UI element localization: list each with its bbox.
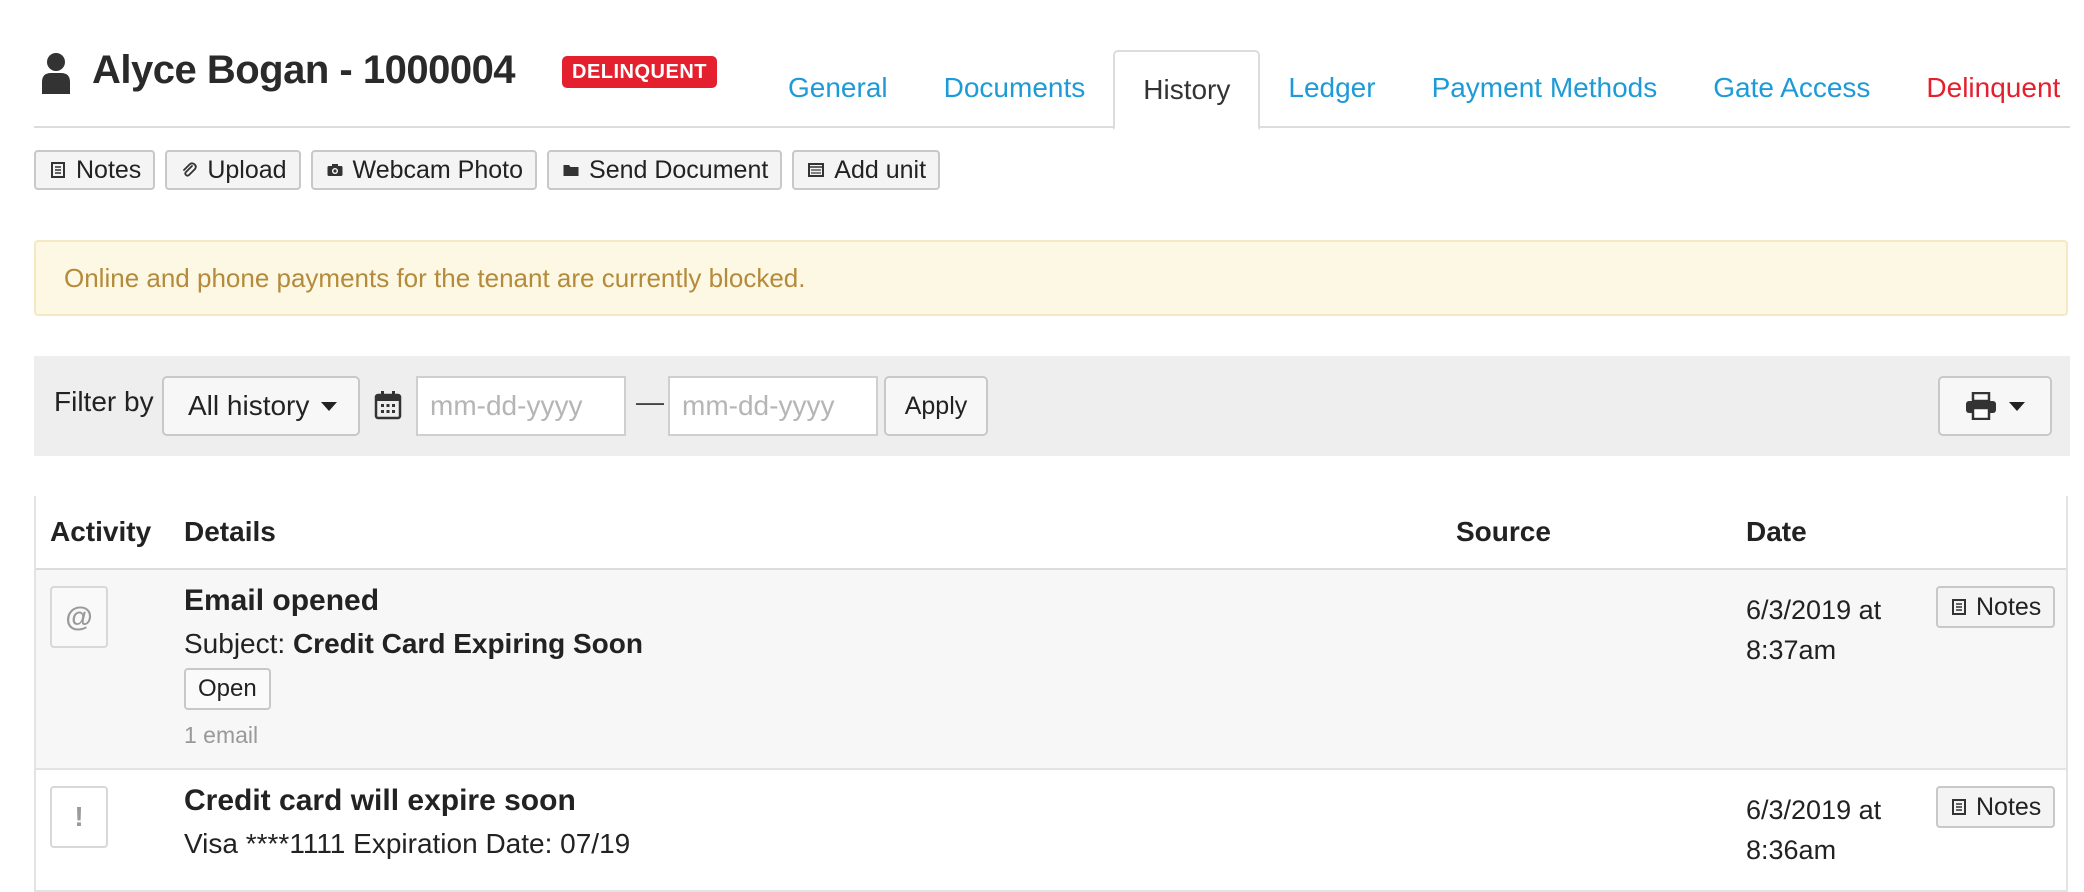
user-icon [42, 53, 70, 94]
subject-prefix: Subject: [184, 628, 293, 659]
table-row: @ Email opened Subject: Credit Card Expi… [36, 570, 2066, 770]
webcam-photo-button[interactable]: Webcam Photo [310, 150, 538, 190]
end-date-input[interactable] [668, 376, 878, 436]
activity-date-line1: 6/3/2019 at [1746, 595, 1882, 625]
row-notes-label: Notes [1976, 792, 2042, 821]
alert-message: Online and phone payments for the tenant… [64, 262, 806, 293]
upload-button-label: Upload [207, 155, 287, 184]
column-date: Date [1746, 516, 1807, 547]
table-header: Activity Details Source Date [36, 496, 2066, 570]
notes-button-label: Notes [76, 155, 142, 184]
history-type-value: All history [188, 390, 310, 421]
add-unit-button[interactable]: Add unit [792, 150, 941, 190]
paperclip-icon [183, 162, 198, 177]
table-row: ! Credit card will expire soon Visa ****… [36, 770, 2066, 892]
tab-payment-methods[interactable]: Payment Methods [1404, 50, 1686, 128]
storage-unit-icon [808, 163, 825, 177]
tenant-tabs: General Documents History Ledger Payment… [760, 50, 2084, 130]
tab-documents[interactable]: Documents [916, 50, 1114, 128]
webcam-photo-label: Webcam Photo [352, 155, 524, 184]
history-table: Activity Details Source Date @ Email ope… [34, 496, 2068, 892]
email-count: 1 email [184, 722, 259, 748]
notes-icon [1952, 799, 1966, 815]
calendar-icon [374, 391, 402, 420]
tenant-header: Alyce Bogan - 1000004 DELINQUENT General… [34, 0, 2070, 130]
upload-button[interactable]: Upload [165, 150, 301, 190]
send-document-label: Send Document [589, 155, 769, 184]
apply-button[interactable]: Apply [884, 376, 988, 436]
activity-date-line1: 6/3/2019 at [1746, 795, 1882, 825]
tab-ledger[interactable]: Ledger [1260, 50, 1403, 128]
tab-delinquent[interactable]: Delinquent [1898, 50, 2084, 128]
notes-button[interactable]: Notes [34, 150, 156, 190]
add-unit-label: Add unit [834, 155, 927, 184]
email-icon: @ [50, 586, 108, 648]
activity-date: 6/3/2019 at 8:37am [1746, 590, 1916, 670]
row-notes-button[interactable]: Notes [1936, 786, 2056, 828]
tenant-name: Alyce Bogan - 1000004 [92, 48, 516, 92]
status-badge: DELINQUENT [562, 56, 717, 88]
tab-history[interactable]: History [1113, 50, 1261, 130]
activity-title: Email opened [184, 584, 380, 617]
printer-icon [1966, 392, 1996, 420]
camera-icon [327, 164, 343, 176]
column-activity: Activity [50, 516, 152, 547]
filter-label: Filter by [54, 386, 154, 417]
folder-icon [563, 165, 579, 176]
tab-gate-access[interactable]: Gate Access [1685, 50, 1898, 128]
activity-date: 6/3/2019 at 8:36am [1746, 790, 1916, 870]
notes-icon [1952, 599, 1966, 615]
action-toolbar: Notes Upload Webcam Photo Send Document … [34, 150, 941, 190]
send-document-button[interactable]: Send Document [547, 150, 783, 190]
row-notes-button[interactable]: Notes [1936, 586, 2056, 628]
open-email-button[interactable]: Open [184, 668, 271, 710]
column-details: Details [184, 516, 276, 547]
notes-icon [51, 162, 65, 178]
print-menu-button[interactable] [1938, 376, 2052, 436]
activity-date-line2: 8:36am [1746, 835, 1837, 865]
date-range-separator: — [636, 386, 664, 417]
activity-title: Credit card will expire soon [184, 784, 576, 817]
payments-blocked-alert: Online and phone payments for the tenant… [34, 240, 2068, 316]
start-date-input[interactable] [416, 376, 626, 436]
tenant-page: Alyce Bogan - 1000004 DELINQUENT General… [34, 0, 2070, 892]
activity-date-line2: 8:37am [1746, 635, 1837, 665]
history-filter-bar: Filter by All history — Apply [34, 356, 2070, 456]
activity-detail: Visa ****1111 Expiration Date: 07/19 [184, 828, 631, 859]
caret-down-icon [2009, 401, 2025, 411]
caret-down-icon [321, 401, 338, 411]
column-source: Source [1456, 516, 1551, 547]
activity-subject: Subject: Credit Card Expiring Soon [184, 628, 643, 660]
row-notes-label: Notes [1976, 592, 2042, 621]
history-type-select[interactable]: All history [162, 376, 360, 436]
tab-general[interactable]: General [760, 50, 916, 128]
subject-value: Credit Card Expiring Soon [292, 628, 643, 659]
alert-icon: ! [50, 786, 108, 848]
